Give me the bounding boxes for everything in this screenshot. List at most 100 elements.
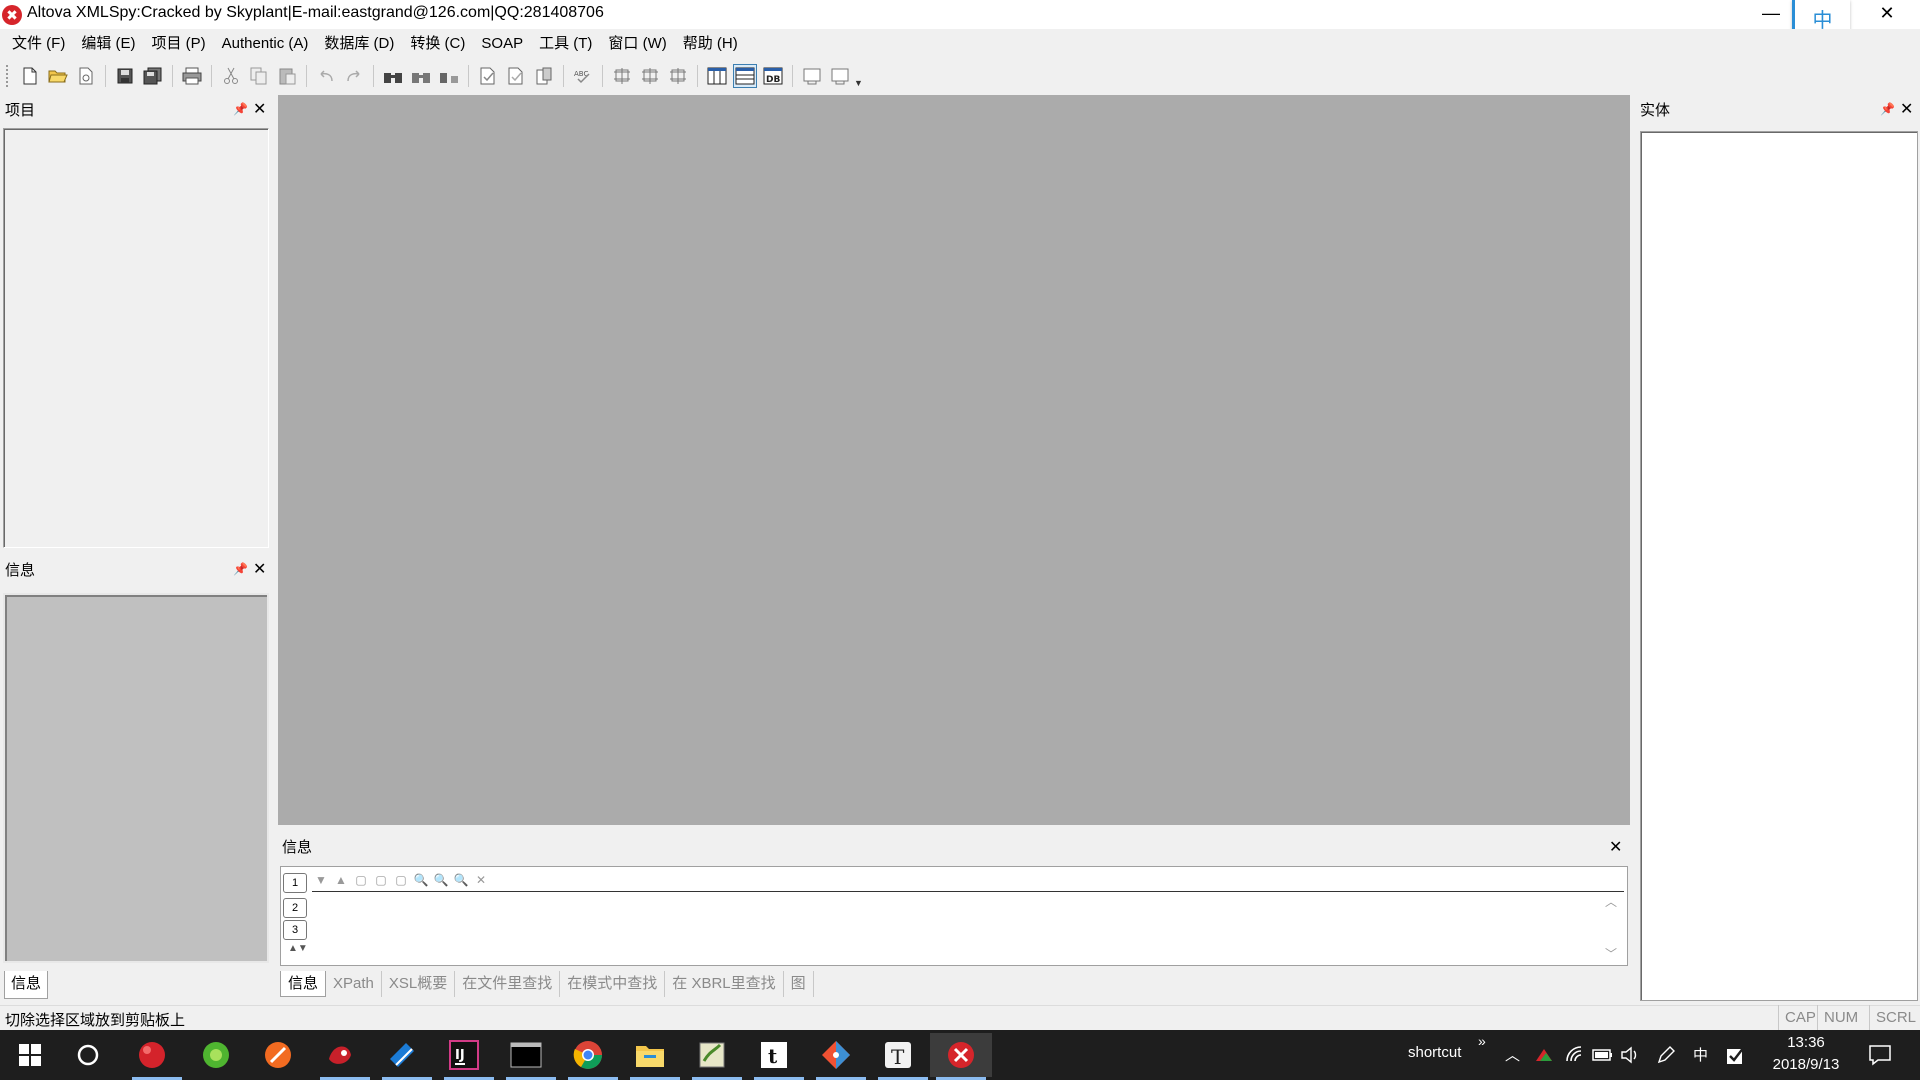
tab-info[interactable]: 信息 [280, 971, 327, 997]
clock-time[interactable]: 13:36 [1770, 1034, 1842, 1051]
find-icon[interactable] [381, 64, 405, 88]
find-previous-message-icon[interactable]: 🔍 [452, 872, 470, 888]
typora-icon[interactable]: t [750, 1033, 804, 1080]
paste-icon[interactable] [275, 64, 299, 88]
copy-children-icon[interactable]: ▢ [392, 872, 410, 888]
validate-icon[interactable] [504, 64, 528, 88]
clear-messages-icon[interactable]: ✕ [472, 872, 490, 888]
terminal-icon[interactable] [502, 1033, 556, 1080]
schema-view-icon[interactable] [666, 64, 690, 88]
print-icon[interactable] [180, 64, 204, 88]
entity-pin-icon[interactable]: 📌 [1880, 102, 1895, 116]
start-button[interactable] [6, 1033, 54, 1077]
search-icon[interactable] [64, 1033, 112, 1077]
undo-icon[interactable] [314, 64, 338, 88]
info-pin-icon[interactable]: 📌 [233, 562, 248, 576]
dtd-icon[interactable] [532, 64, 556, 88]
battery-icon[interactable] [1592, 1048, 1614, 1066]
copy-all-icon[interactable]: ▢ [372, 872, 390, 888]
notepad-plus-icon[interactable] [688, 1033, 742, 1080]
scroll-up-icon[interactable]: ︿ [1605, 893, 1617, 910]
browser-view-icon[interactable] [733, 64, 757, 88]
git-icon[interactable] [812, 1033, 866, 1080]
copy-message-icon[interactable]: ▢ [352, 872, 370, 888]
menu-tools[interactable]: 工具 (T) [531, 29, 600, 59]
replace-icon[interactable] [437, 64, 461, 88]
menu-convert[interactable]: 转换 (C) [402, 29, 473, 59]
open-icon[interactable] [46, 64, 70, 88]
xquery-icon[interactable] [828, 64, 852, 88]
scroll-down-icon[interactable]: ﹀ [1605, 945, 1617, 962]
info-page-tab-3[interactable]: 3 [283, 920, 307, 940]
menu-help[interactable]: 帮助 (H) [675, 29, 746, 59]
intellij-icon[interactable]: IJ [440, 1033, 494, 1080]
next-message-icon[interactable]: ▼ [312, 872, 330, 888]
menu-file[interactable]: 文件 (F) [4, 29, 73, 59]
menu-soap[interactable]: SOAP [473, 29, 531, 59]
spellcheck-icon[interactable]: ABC [571, 64, 595, 88]
find-next-icon[interactable] [409, 64, 433, 88]
tab-xsl-outline[interactable]: XSL概要 [382, 971, 456, 997]
red-app-icon[interactable] [316, 1033, 370, 1080]
explorer-icon[interactable] [626, 1033, 680, 1080]
tray-app-icon[interactable] [1534, 1045, 1554, 1069]
project-pin-icon[interactable]: 📌 [233, 102, 248, 116]
menu-edit[interactable]: 编辑 (E) [73, 29, 143, 59]
save-icon[interactable] [113, 64, 137, 88]
xslt-icon[interactable] [800, 64, 824, 88]
menu-authentic[interactable]: Authentic (A) [214, 29, 317, 59]
tab-xpath[interactable]: XPath [326, 971, 382, 997]
grid-view-icon[interactable] [638, 64, 662, 88]
typewriter-icon[interactable]: T [874, 1033, 928, 1080]
cut-icon[interactable] [219, 64, 243, 88]
info-close-icon[interactable]: ✕ [253, 559, 266, 579]
wifi-icon[interactable] [1565, 1045, 1585, 1067]
menu-project[interactable]: 项目 (P) [144, 29, 214, 59]
project-close-icon[interactable]: ✕ [253, 99, 266, 119]
clock-date[interactable]: 2018/9/13 [1764, 1056, 1848, 1073]
toolbar-grip[interactable] [6, 65, 10, 87]
cherry-app-icon[interactable] [128, 1033, 182, 1080]
tab-graph[interactable]: 图 [784, 971, 814, 997]
check-wellformed-icon[interactable] [476, 64, 500, 88]
orange-app-icon[interactable] [254, 1033, 302, 1077]
shortcut-label[interactable]: shortcut [1408, 1044, 1461, 1061]
find-next-message-icon[interactable]: 🔍 [432, 872, 450, 888]
menu-database[interactable]: 数据库 (D) [316, 29, 402, 59]
toolbar-chevron-icon[interactable]: » [1478, 1033, 1486, 1049]
copy-icon[interactable] [247, 64, 271, 88]
page-tab-scroll-icon[interactable]: ▲▼ [288, 943, 308, 954]
blue-app-icon[interactable] [378, 1033, 432, 1080]
menu-window[interactable]: 窗口 (W) [600, 29, 674, 59]
chrome-icon[interactable] [564, 1033, 618, 1080]
entity-close-icon[interactable]: ✕ [1900, 99, 1913, 119]
xmlspy-app-icon[interactable]: ✖ [2, 5, 22, 25]
volume-icon[interactable] [1620, 1046, 1640, 1068]
tab-find-in-files[interactable]: 在文件里查找 [455, 971, 561, 997]
xmlspy-icon[interactable] [930, 1033, 992, 1080]
reload-icon[interactable] [74, 64, 98, 88]
toolbar-overflow-chevron[interactable]: ▼ [854, 64, 863, 88]
document-area[interactable] [278, 95, 1630, 825]
new-icon[interactable] [18, 64, 42, 88]
minimize-button[interactable]: — [1748, 0, 1794, 29]
info-left-tab[interactable]: 信息 [4, 971, 49, 999]
info-page-tab-2[interactable]: 2 [283, 898, 307, 918]
redo-icon[interactable] [342, 64, 366, 88]
previous-message-icon[interactable]: ▲ [332, 872, 350, 888]
info-window-close-icon[interactable]: ✕ [1609, 837, 1622, 857]
info-page-tab-1[interactable]: 1 [283, 873, 307, 893]
save-all-icon[interactable] [141, 64, 165, 88]
project-tree-area[interactable] [3, 128, 269, 548]
text-view-icon[interactable] [610, 64, 634, 88]
find-message-icon[interactable]: 🔍 [412, 872, 430, 888]
show-hidden-icons-icon[interactable]: ︿ [1505, 1044, 1520, 1065]
pen-icon[interactable] [1656, 1045, 1676, 1069]
enhanced-grid-icon[interactable] [705, 64, 729, 88]
ime-tray-indicator[interactable]: 中 [1693, 1044, 1708, 1065]
close-window-button[interactable]: ✕ [1864, 0, 1910, 29]
notification-center-icon[interactable] [1868, 1044, 1892, 1070]
tab-find-in-schemas[interactable]: 在模式中查找 [560, 971, 666, 997]
entity-panel-area[interactable] [1640, 131, 1918, 1001]
db-view-icon[interactable]: DB [761, 64, 785, 88]
